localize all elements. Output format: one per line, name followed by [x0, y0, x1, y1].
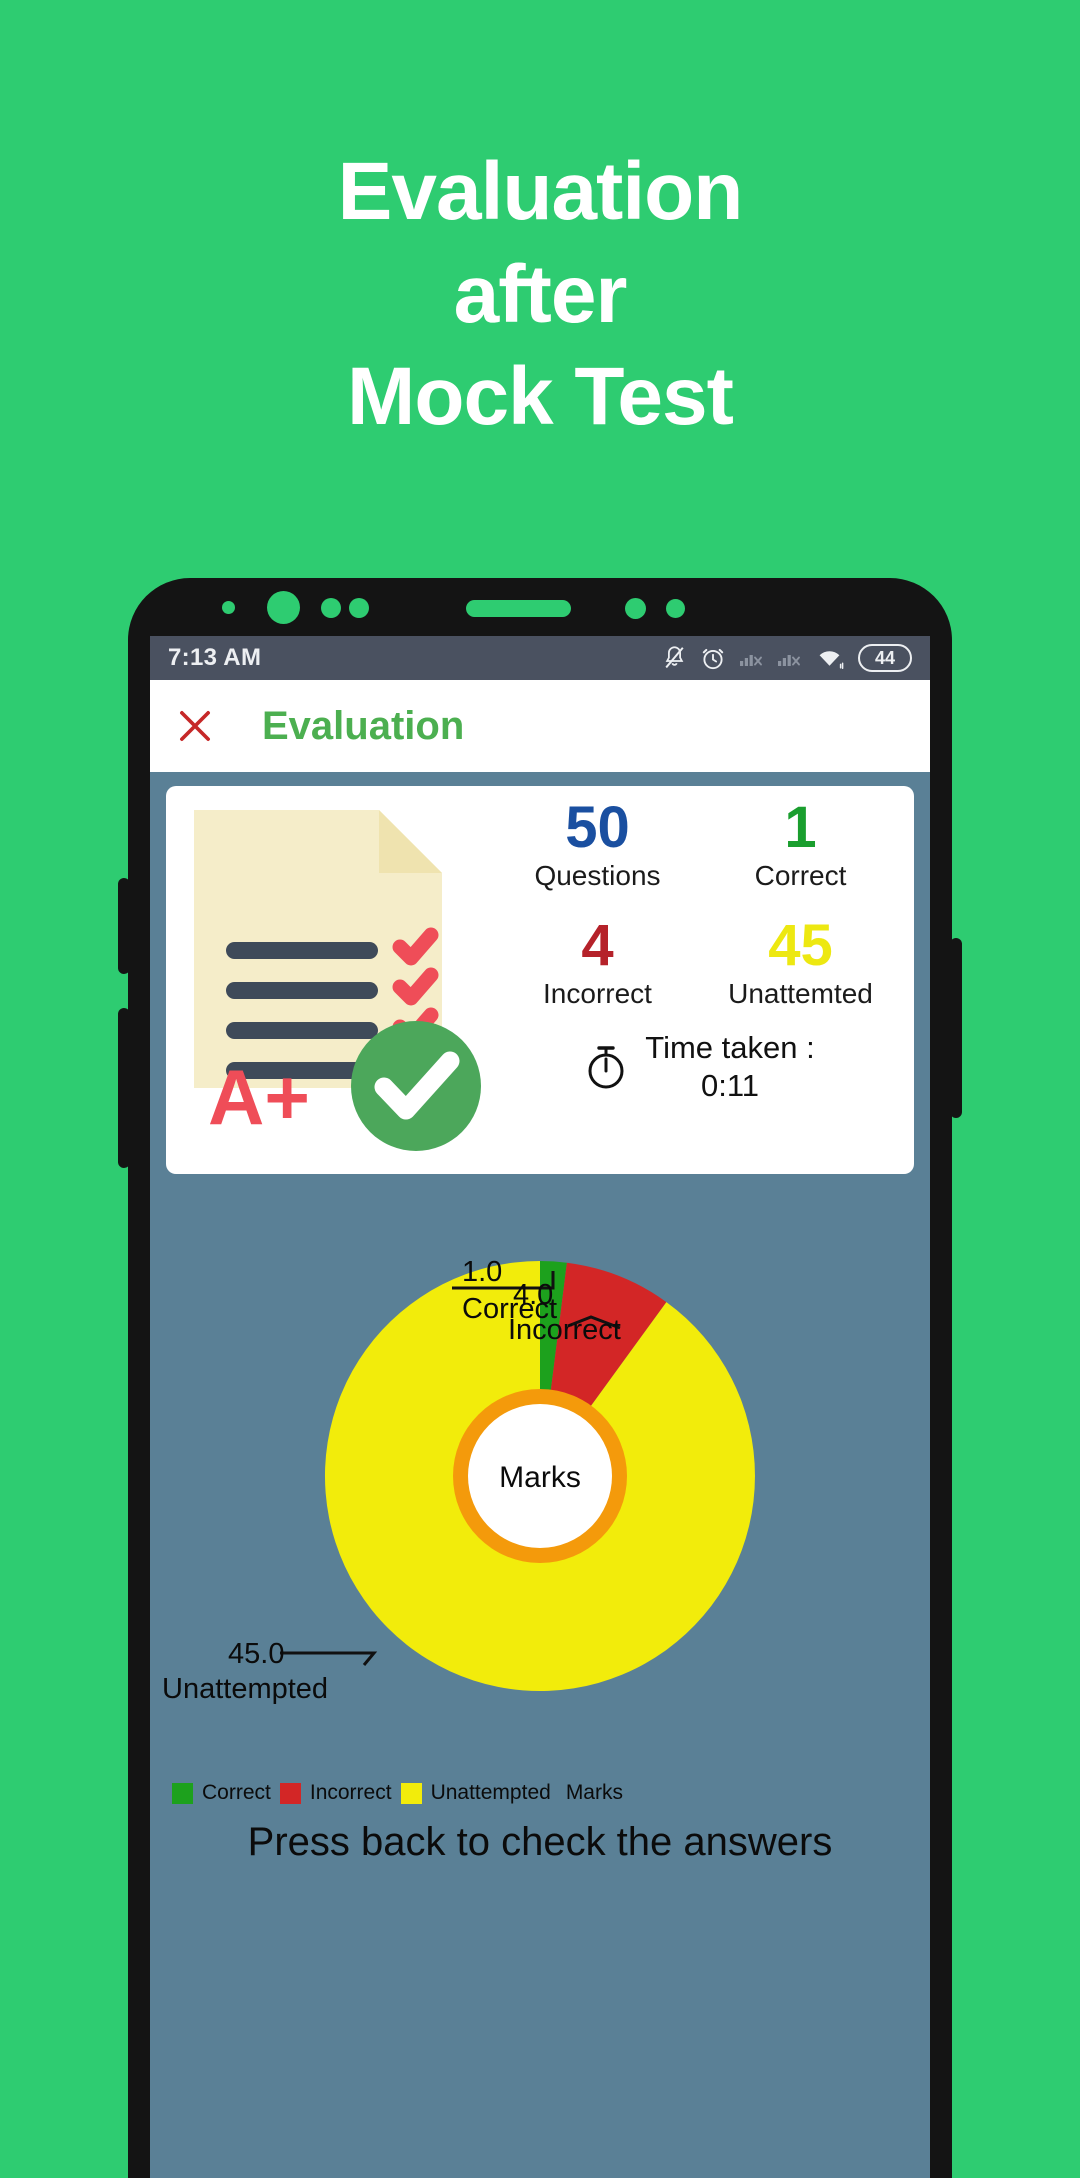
summary-card: A+ 50 Questions 1 Correct 4 Incorrect 45…	[166, 786, 914, 1174]
phone-button-volume-up[interactable]	[118, 878, 130, 974]
time-taken-row: Time taken : 0:11	[496, 1029, 902, 1105]
stat-questions-value: 50	[565, 795, 630, 860]
stopwatch-icon	[588, 1046, 624, 1089]
stat-incorrect: 4 Incorrect	[496, 916, 699, 1010]
legend-item-incorrect[interactable]: Incorrect	[279, 1781, 392, 1805]
stat-correct: 1 Correct	[699, 795, 902, 892]
legend-item-correct[interactable]: Correct	[172, 1781, 271, 1805]
bell-muted-icon	[665, 645, 684, 668]
legend-item-unattempted[interactable]: Unattempted	[400, 1781, 551, 1805]
legend-label-correct: Correct	[202, 1781, 271, 1804]
close-icon[interactable]	[174, 705, 216, 747]
sensor-dot-mid-1	[321, 598, 341, 618]
evaluation-content: A+ 50 Questions 1 Correct 4 Incorrect 45…	[150, 772, 930, 2178]
stat-correct-value: 1	[784, 795, 817, 860]
pie-value-unattempted: 45.0	[228, 1638, 284, 1670]
marks-pie-chart: Marks 1.0 Correct 4.0 Incorrect 45.0 Una…	[150, 1176, 930, 1776]
promo-line-3: Mock Test	[347, 351, 734, 443]
stat-questions: 50 Questions	[496, 795, 699, 892]
legend-label-unattempted: Unattempted	[430, 1781, 551, 1804]
sensor-dot-right-1	[625, 598, 646, 619]
phone-button-volume-down[interactable]	[118, 1008, 130, 1168]
sensor-dot-small-left	[222, 601, 235, 614]
battery-icon: 44	[858, 644, 912, 672]
grade-text: A+	[208, 1053, 310, 1141]
stats-panel: 50 Questions 1 Correct 4 Incorrect 45 Un…	[496, 795, 902, 1162]
time-taken-text: Time taken : 0:11	[645, 1029, 814, 1105]
pie-label-incorrect: Incorrect	[508, 1314, 621, 1346]
front-camera-dot	[267, 591, 300, 624]
wifi-icon	[819, 650, 844, 669]
stats-grid: 50 Questions 1 Correct 4 Incorrect 45 Un…	[496, 795, 902, 1011]
legend-swatch-unattempted	[400, 1782, 422, 1804]
app-bar: Evaluation	[150, 680, 930, 772]
battery-level-text: 44	[874, 647, 896, 668]
stat-correct-label: Correct	[754, 859, 847, 891]
pie-label-unattempted: Unattempted	[162, 1673, 328, 1705]
legend-label-incorrect: Incorrect	[309, 1781, 392, 1804]
page-title: Evaluation	[262, 703, 465, 748]
stat-unattempted-value: 45	[768, 913, 833, 979]
phone-button-power[interactable]	[950, 938, 962, 1118]
stat-unattempted-label: Unattemted	[728, 978, 873, 1010]
alarm-clock-icon	[702, 648, 724, 669]
status-bar: 7:13 AM 44	[150, 636, 930, 680]
sensor-dot-right-2	[666, 599, 685, 618]
pie-value-correct: 1.0	[462, 1256, 502, 1288]
signal-no-sim-2-icon	[778, 655, 800, 666]
time-taken-label: Time taken :	[645, 1029, 815, 1065]
sensor-dot-mid-2	[349, 598, 369, 618]
pie-chart-svg: Marks 1.0 Correct 4.0 Incorrect 45.0 Una…	[162, 1256, 755, 1705]
status-bar-icons: 44	[662, 644, 912, 672]
signal-no-sim-1-icon	[740, 655, 762, 666]
legend-swatch-incorrect	[279, 1782, 301, 1804]
chart-legend: Correct Incorrect Unattempted Marks	[150, 1772, 930, 1814]
time-taken-value: 0:11	[700, 1067, 760, 1103]
legend-series-name: Marks	[565, 1781, 623, 1804]
phone-notch	[128, 578, 952, 640]
earpiece-speaker	[466, 600, 571, 617]
phone-screen: 7:13 AM 44 Evaluation A+ 50 Questions 1 …	[150, 636, 930, 2178]
leader-line-unattempted	[280, 1651, 378, 1666]
promo-line-1: Evaluation	[337, 145, 744, 237]
stat-incorrect-value: 4	[581, 913, 614, 979]
stat-unattempted: 45 Unattemted	[699, 916, 902, 1010]
promo-line-2: after	[453, 248, 628, 340]
pie-value-incorrect: 4.0	[513, 1279, 553, 1311]
stat-questions-label: Questions	[534, 859, 661, 891]
donut-center-label: Marks	[499, 1461, 581, 1494]
exam-paper-illustration: A+	[194, 810, 481, 1151]
stat-incorrect-label: Incorrect	[543, 978, 652, 1010]
footer-note: Press back to check the answers	[247, 1820, 833, 1864]
legend-swatch-correct	[172, 1782, 193, 1804]
status-bar-clock: 7:13 AM	[168, 644, 262, 671]
phone-mockup: 7:13 AM 44 Evaluation A+ 50 Questions 1 …	[118, 578, 962, 2178]
promo-headline: Evaluation after Mock Test	[0, 0, 1080, 590]
